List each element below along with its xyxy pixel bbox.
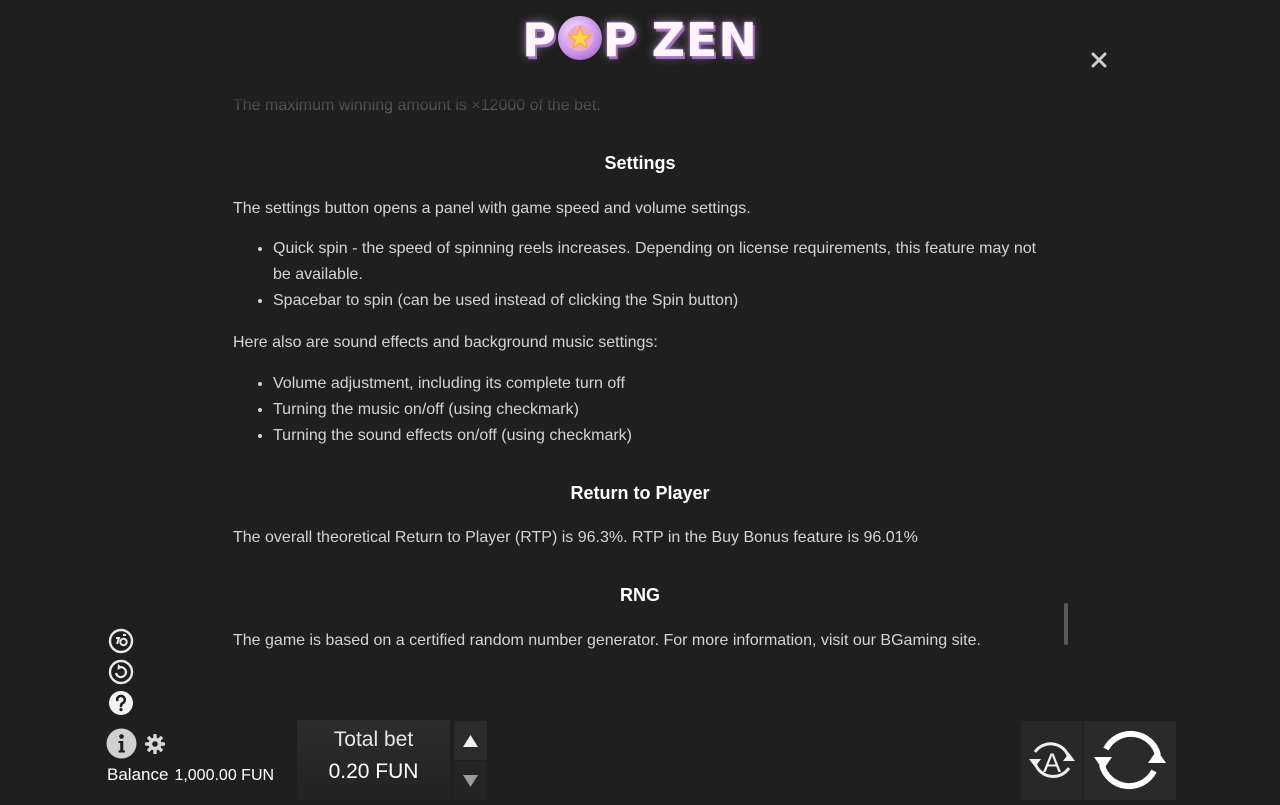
settings-heading: Settings: [604, 153, 676, 173]
list-item: Spacebar to spin (can be used instead of…: [273, 288, 1053, 314]
increase-bet-button[interactable]: [454, 721, 487, 760]
help-icon: [109, 691, 133, 715]
rng-text: The game is based on a certified random …: [233, 632, 981, 649]
replay-icon: [108, 659, 134, 685]
total-bet-label: Total bet: [333, 728, 414, 751]
help-button[interactable]: [108, 690, 134, 716]
spin-icon: [1094, 730, 1166, 790]
list-item: Turning the music on/off (using checkmar…: [273, 397, 1053, 423]
logo-letter-p1: P: [522, 13, 557, 67]
balance-value: 1,000.00 FUN: [174, 767, 275, 784]
rtp-heading: Return to Player: [570, 483, 710, 503]
info-icon: [106, 728, 137, 759]
sound-intro: Here also are sound effects and backgrou…: [233, 334, 658, 351]
spin-button[interactable]: [1084, 721, 1176, 800]
gear-icon: [145, 734, 165, 754]
info-button[interactable]: [106, 728, 137, 759]
settings-button[interactable]: [144, 733, 166, 755]
rng-heading: RNG: [620, 585, 660, 605]
autoplay-icon: A: [1029, 742, 1075, 778]
logo-letter-p2: P: [602, 13, 638, 67]
cut-off-line: The maximum winning amount is ×12000 of …: [233, 97, 601, 114]
balance-label: Balance: [107, 765, 169, 784]
list-item: Volume adjustment, including its complet…: [273, 371, 1053, 397]
decrease-bet-button[interactable]: [454, 761, 487, 800]
settings-list: Quick spin - the speed of spinning reels…: [233, 236, 1053, 314]
rtp-text: The overall theoretical Return to Player…: [233, 529, 918, 546]
close-icon: [1091, 52, 1107, 68]
additional-info-heading: Additional information: [544, 687, 736, 698]
replay-button[interactable]: [108, 659, 134, 685]
autoplay-button[interactable]: A: [1021, 721, 1083, 800]
autoplay-letter: A: [1043, 748, 1061, 778]
list-item: Quick spin - the speed of spinning reels…: [273, 236, 1053, 288]
total-bet-value: 0.20 FUN: [328, 760, 419, 783]
scrollbar-thumb[interactable]: [1064, 603, 1068, 645]
balance: Balance 1,000.00 FUN: [107, 765, 274, 785]
arrow-up-icon: [463, 735, 478, 747]
total-bet-panel: Total bet 0.20 FUN: [297, 720, 450, 800]
logo-star-icon: [557, 16, 602, 60]
list-item: Turning the sound effects on/off (using …: [273, 423, 1053, 449]
settings-intro: The settings button opens a panel with g…: [233, 200, 751, 217]
rules-content[interactable]: The maximum winning amount is ×12000 of …: [233, 88, 1053, 698]
history-icon: [108, 628, 134, 654]
sound-list: Volume adjustment, including its complet…: [233, 371, 1053, 449]
bet-stepper: [454, 721, 487, 800]
arrow-down-icon: [463, 775, 478, 787]
history-button[interactable]: [108, 628, 134, 654]
logo-word-zen: ZEN: [651, 13, 758, 67]
close-button[interactable]: [1086, 47, 1112, 73]
